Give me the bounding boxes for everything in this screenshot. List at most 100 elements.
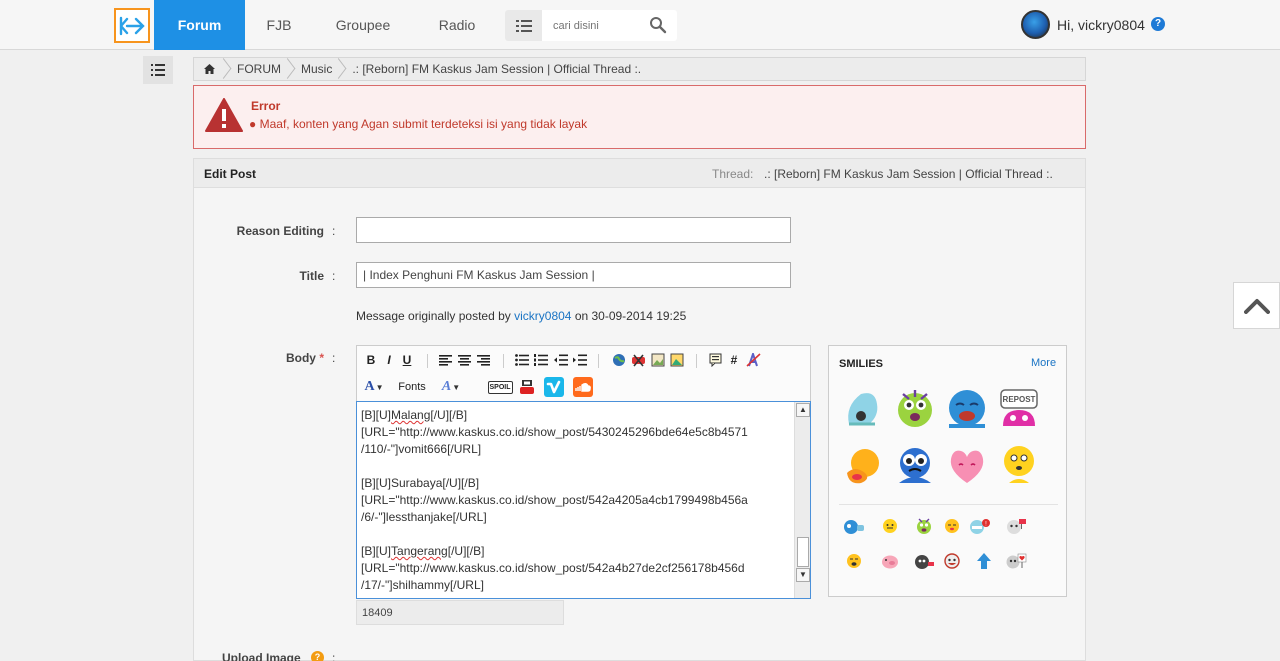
indent-button[interactable] (572, 351, 588, 369)
numbered-list-button[interactable] (533, 351, 549, 369)
smiley-small-sick-icon[interactable]: ! (969, 517, 991, 535)
toolbar-separator (503, 354, 504, 368)
kaskus-logo[interactable] (114, 8, 150, 43)
chevron-down-icon: ▼ (452, 382, 461, 392)
numbered-list-icon (534, 354, 548, 366)
user-greeting[interactable]: Hi, vickry0804 (1057, 17, 1145, 33)
smilies-more-link[interactable]: More (1031, 357, 1056, 369)
character-count: 18409 (356, 600, 564, 625)
soundcloud-icon (573, 377, 593, 397)
warning-icon (205, 98, 243, 132)
align-center-button[interactable] (456, 351, 472, 369)
smiley-small-capede-icon[interactable] (843, 552, 865, 570)
outdent-button[interactable] (553, 351, 569, 369)
quote-button[interactable] (707, 351, 723, 369)
scroll-down-icon[interactable]: ▼ (796, 568, 810, 582)
smiley-love-icon[interactable] (945, 443, 989, 487)
search-category-button[interactable] (505, 10, 542, 41)
font-color-button[interactable]: A ▼ (363, 378, 385, 396)
soundcloud-button[interactable] (573, 377, 593, 397)
spoiler-button[interactable]: SPOIL (487, 378, 513, 396)
upload-help-icon[interactable]: ? (311, 651, 324, 661)
hashtag-button[interactable]: # (726, 351, 742, 369)
search-input[interactable] (545, 15, 645, 36)
nav-forum[interactable]: Forum (154, 0, 245, 50)
align-left-button[interactable] (437, 351, 453, 369)
upload-colon: : (332, 651, 336, 661)
youtube-button[interactable] (519, 378, 535, 396)
smiley-small-hammer-icon[interactable] (913, 552, 935, 570)
remove-link-button[interactable] (630, 351, 646, 369)
smiley-bingung-icon[interactable] (997, 443, 1041, 487)
avatar[interactable] (1021, 10, 1050, 39)
search-button[interactable] (649, 16, 669, 36)
smiley-small-senyum-icon[interactable] (879, 517, 901, 535)
reason-colon: : (332, 224, 336, 238)
underline-button[interactable]: U (399, 351, 415, 369)
quote-icon (709, 353, 721, 367)
smiley-mewek-icon[interactable] (945, 386, 989, 430)
original-user-link[interactable]: vickry0804 (514, 309, 571, 323)
kaskus-logo-icon (119, 16, 145, 35)
breadcrumb-music[interactable]: Music (291, 58, 342, 80)
title-colon: : (332, 269, 336, 283)
insert-image-button[interactable] (650, 351, 666, 369)
smiley-small-love-sign-icon[interactable] (1005, 552, 1027, 570)
body-editor-line: /6/-"]lessthanjake[/URL] (361, 510, 487, 524)
help-icon[interactable]: ? (1151, 17, 1165, 31)
smiley-small-upvote-icon[interactable] (973, 552, 995, 570)
sidebar-toggle-button[interactable] (143, 56, 173, 84)
nav-groupee[interactable]: Groupee (322, 0, 404, 50)
smiley-small-cendol-icon[interactable] (843, 517, 865, 535)
clear-format-button[interactable] (745, 351, 761, 369)
smiley-repost-icon[interactable]: REPOST (997, 386, 1041, 430)
smiley-takut-icon[interactable] (893, 443, 937, 487)
smiley-small-batabig-icon[interactable] (1005, 517, 1027, 535)
fonts-dropdown[interactable]: Fonts (395, 378, 429, 396)
insert-link-button[interactable] (611, 351, 627, 369)
font-size-button[interactable]: A ▼ (439, 378, 463, 396)
insert-photo-button[interactable] (669, 351, 685, 369)
bullet-list-button[interactable] (514, 351, 530, 369)
reason-editing-input[interactable] (356, 217, 791, 243)
smiley-small-ngakak-red-icon[interactable] (941, 552, 963, 570)
breadcrumb-forum[interactable]: FORUM (227, 58, 291, 80)
reason-editing-label: Reason Editing (236, 224, 324, 238)
original-post-info: Message originally posted by vickry0804 … (356, 309, 686, 323)
scrollbar-thumb[interactable] (797, 537, 809, 567)
smiley-malu-icon[interactable] (841, 443, 885, 487)
editor-scrollbar[interactable]: ▲ ▼ (794, 402, 810, 598)
scroll-up-icon[interactable]: ▲ (796, 403, 810, 417)
smiley-small-pig-icon[interactable] (879, 552, 901, 570)
body-label-text: Body (285, 351, 316, 365)
body-editor-line: /110/-"]vomit666[/URL] (361, 442, 482, 456)
body-editor-line: [B][U]Malang[/U][/B] (361, 408, 468, 422)
nav-radio[interactable]: Radio (426, 0, 488, 50)
scroll-to-top-button[interactable] (1233, 282, 1280, 329)
bold-button[interactable]: B (363, 351, 379, 369)
italic-button[interactable]: I (381, 351, 397, 369)
repost-sign-text: REPOST (1003, 395, 1036, 404)
smiley-ngakak-icon[interactable] (893, 386, 937, 430)
smiley-small-kiss-icon[interactable] (941, 517, 963, 535)
vimeo-button[interactable] (544, 377, 564, 397)
body-editor-line (361, 458, 793, 475)
nav-fjb[interactable]: FJB (254, 0, 304, 50)
outdent-icon (554, 354, 568, 366)
menu-list-icon (151, 64, 165, 76)
smiley-small-ngakak-icon[interactable] (913, 517, 935, 535)
body-editor-line: [URL="http://www.kaskus.co.id/show_post/… (361, 561, 745, 575)
align-right-button[interactable] (475, 351, 491, 369)
title-input[interactable] (356, 262, 791, 288)
top-navigation-bar: Forum FJB Groupee Radio Hi, vickry0804 ? (0, 0, 1280, 50)
body-editor[interactable]: [B][U]Malang[/U][/B] [URL="http://www.kas… (356, 401, 811, 599)
breadcrumb-home[interactable] (194, 58, 227, 80)
body-editor-line: /17/-"]shilhammy[/URL] (361, 578, 484, 592)
toolbar-separator (696, 354, 697, 368)
home-icon (204, 64, 215, 74)
smiley-cendol-icon[interactable] (841, 386, 885, 430)
thread-name[interactable]: .: [Reborn] FM Kaskus Jam Session | Offi… (764, 167, 1053, 181)
breadcrumb-thread[interactable]: .: [Reborn] FM Kaskus Jam Session | Offi… (342, 58, 651, 80)
breadcrumb: FORUM Music .: [Reborn] FM Kaskus Jam Se… (193, 57, 1086, 81)
body-editor-text[interactable]: [B][U]Malang[/U][/B] [URL="http://www.kas… (361, 407, 793, 594)
